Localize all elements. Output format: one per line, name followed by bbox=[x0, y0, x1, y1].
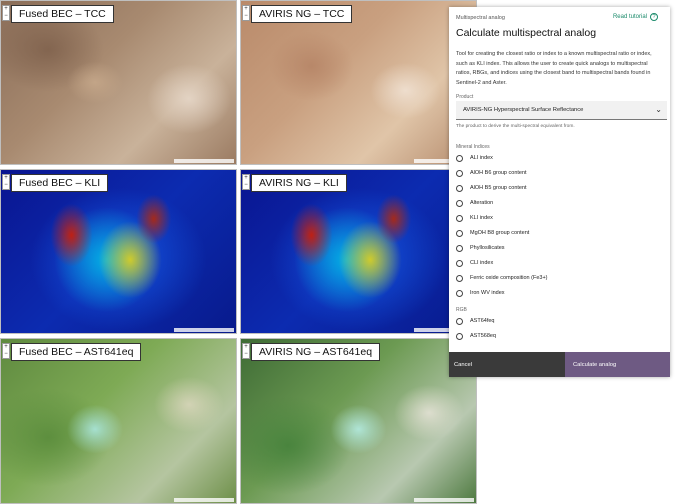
option-label: ALI index bbox=[470, 155, 493, 161]
tile-label: Fused BEC – KLI bbox=[11, 174, 109, 192]
read-tutorial-link[interactable]: Read tutorial ? bbox=[613, 13, 658, 21]
map-tile-fused-bec-ast641eq[interactable]: + − Fused BEC – AST641eq bbox=[0, 338, 237, 504]
radio-button[interactable] bbox=[456, 244, 463, 252]
tile-label: AVIRIS NG – TCC bbox=[251, 5, 353, 23]
option-label: Iron WV index bbox=[470, 290, 505, 296]
radio-button[interactable] bbox=[456, 169, 463, 177]
radio-option-ast64feq[interactable]: AST64feq bbox=[456, 315, 494, 327]
zoom-control[interactable]: + − bbox=[242, 174, 250, 190]
option-label: AST568eq bbox=[470, 333, 496, 339]
radio-option-kli-index[interactable]: KLI index bbox=[456, 212, 493, 224]
zoom-control[interactable]: + − bbox=[242, 343, 250, 359]
zoom-control[interactable]: + − bbox=[2, 174, 10, 190]
tile-label: Fused BEC – TCC bbox=[11, 5, 114, 23]
map-tile-fused-bec-tcc[interactable]: + − Fused BEC – TCC bbox=[0, 0, 237, 165]
product-select-value: AVIRIS-NG Hyperspectral Surface Reflecta… bbox=[463, 107, 584, 113]
map-imagery bbox=[1, 1, 236, 164]
tile-label: AVIRIS NG – AST641eq bbox=[251, 343, 381, 361]
radio-button[interactable] bbox=[456, 259, 463, 267]
map-attribution bbox=[174, 498, 234, 502]
radio-option-aloh-b5[interactable]: AlOH B5 group content bbox=[456, 182, 527, 194]
map-attribution bbox=[174, 159, 234, 163]
radio-option-ali-index[interactable]: ALI index bbox=[456, 152, 493, 164]
map-imagery bbox=[241, 1, 476, 164]
radio-option-iron-wv-index[interactable]: Iron WV index bbox=[456, 287, 505, 299]
panel-description: Tool for creating the closest ratio or i… bbox=[456, 51, 652, 86]
rgb-heading: RGB bbox=[456, 307, 467, 313]
map-imagery bbox=[241, 170, 476, 333]
radio-button[interactable] bbox=[456, 154, 463, 162]
radio-option-ferric-oxide[interactable]: Ferric oxide composition (Fe3+) bbox=[456, 272, 548, 284]
panel-overline: Multispectral analog bbox=[456, 15, 505, 21]
map-imagery bbox=[1, 170, 236, 333]
radio-button[interactable] bbox=[456, 184, 463, 192]
mineral-indices-heading: Mineral Indices bbox=[456, 144, 490, 150]
radio-button[interactable] bbox=[456, 214, 463, 222]
option-label: CLI index bbox=[470, 260, 494, 266]
radio-option-cli-index[interactable]: CLI index bbox=[456, 257, 493, 269]
zoom-control[interactable]: + − bbox=[2, 5, 10, 21]
radio-option-alteration[interactable]: Alteration bbox=[456, 197, 493, 209]
tile-label: AVIRIS NG – KLI bbox=[251, 174, 347, 192]
map-attribution bbox=[414, 498, 474, 502]
product-field-label: Product bbox=[456, 94, 474, 100]
radio-button[interactable] bbox=[456, 274, 463, 282]
radio-option-aloh-b6[interactable]: AlOH B6 group content bbox=[456, 167, 527, 179]
radio-button[interactable] bbox=[456, 332, 463, 340]
help-icon: ? bbox=[650, 13, 658, 21]
option-label: AlOH B5 group content bbox=[470, 185, 527, 191]
radio-button[interactable] bbox=[456, 317, 463, 325]
option-label: Phyllosilicates bbox=[470, 245, 505, 251]
read-tutorial-label: Read tutorial bbox=[612, 14, 647, 20]
radio-button[interactable] bbox=[456, 229, 463, 237]
map-tile-aviris-ng-tcc[interactable]: + − AVIRIS NG – TCC bbox=[240, 0, 477, 165]
radio-option-phyllosilicates[interactable]: Phyllosilicates bbox=[456, 242, 505, 254]
radio-option-mgoh-b8[interactable]: MgOH B8 group content bbox=[456, 227, 529, 239]
radio-button[interactable] bbox=[456, 289, 463, 297]
option-label: Alteration bbox=[470, 200, 494, 206]
cancel-button[interactable]: Cancel bbox=[449, 352, 565, 377]
chevron-down-icon: ⌄ bbox=[655, 105, 662, 114]
radio-option-ast568eq[interactable]: AST568eq bbox=[456, 330, 496, 342]
option-label: AlOH B6 group content bbox=[470, 170, 527, 176]
map-tile-fused-bec-kli[interactable]: + − Fused BEC – KLI bbox=[0, 169, 237, 334]
panel-title: Calculate multispectral analog bbox=[456, 27, 597, 39]
map-tile-aviris-ng-kli[interactable]: + − AVIRIS NG – KLI bbox=[240, 169, 477, 334]
multispectral-analog-panel: Multispectral analog Read tutorial ? Cal… bbox=[449, 7, 670, 377]
tile-label: Fused BEC – AST641eq bbox=[11, 343, 142, 361]
zoom-control[interactable]: + − bbox=[242, 5, 250, 21]
calculate-analog-button[interactable]: Calculate analog bbox=[565, 352, 670, 377]
option-label: AST64feq bbox=[470, 318, 495, 324]
option-label: KLI index bbox=[470, 215, 493, 221]
map-imagery bbox=[241, 339, 476, 503]
map-tile-aviris-ng-ast641eq[interactable]: + − AVIRIS NG – AST641eq bbox=[240, 338, 477, 504]
product-helper-text: The product to derive the multi-spectral… bbox=[456, 124, 575, 129]
product-select[interactable]: AVIRIS-NG Hyperspectral Surface Reflecta… bbox=[456, 101, 667, 120]
zoom-control[interactable]: + − bbox=[2, 343, 10, 359]
radio-button[interactable] bbox=[456, 199, 463, 207]
map-imagery bbox=[1, 339, 236, 503]
option-label: Ferric oxide composition (Fe3+) bbox=[470, 275, 548, 281]
option-label: MgOH B8 group content bbox=[470, 230, 530, 236]
map-attribution bbox=[174, 328, 234, 332]
screenshot-stage: + − Fused BEC – TCC + − AVIRIS NG – TCC + −… bbox=[0, 0, 688, 504]
